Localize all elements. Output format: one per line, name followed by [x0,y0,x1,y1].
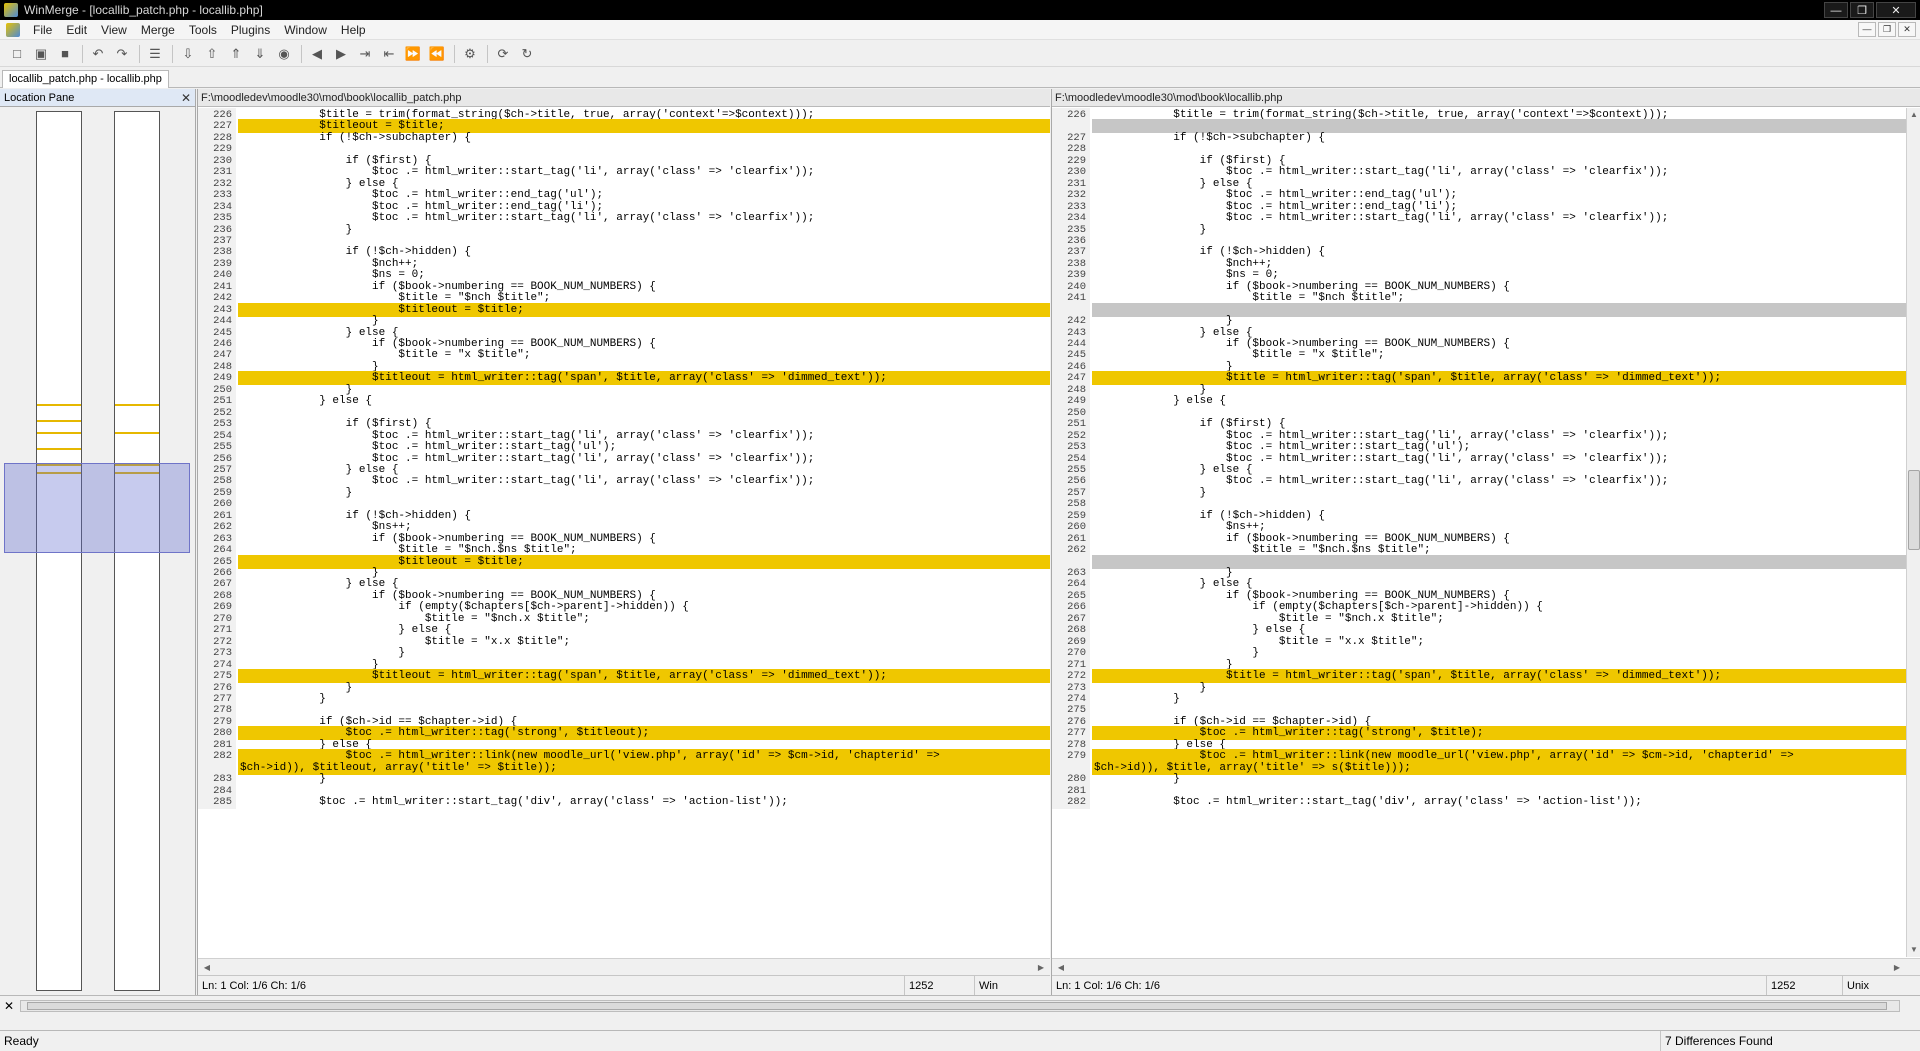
toolbar-separator [301,44,302,63]
menu-view[interactable]: View [94,20,134,40]
redo-icon[interactable]: ↷ [111,43,133,65]
right-char-count: 1252 [1766,976,1842,996]
left-cursor-position: Ln: 1 Col: 1/6 Ch: 1/6 [202,980,306,992]
menu-file[interactable]: File [26,20,59,40]
scroll-up-icon[interactable]: ▲ [1907,108,1920,122]
location-pane: Location Pane ✕ [0,89,196,995]
right-eol-type: Unix [1842,976,1920,996]
menu-bar: File Edit View Merge Tools Plugins Windo… [0,20,1920,40]
left-char-count: 1252 [904,976,974,996]
tab-locallib[interactable]: locallib_patch.php - locallib.php [2,70,169,88]
scroll-right-icon[interactable]: ▶ [1890,961,1904,974]
first-diff-icon[interactable]: ⇑ [225,43,247,65]
scroll-left-icon[interactable]: ◀ [1054,961,1068,974]
location-pane-header: Location Pane ✕ [0,89,195,107]
close-button[interactable]: ✕ [1876,2,1916,18]
left-horizontal-scrollbar[interactable]: ◀ ▶ [198,958,1050,975]
vertical-scrollbar[interactable]: ▲ ▼ [1906,108,1920,957]
right-code-line[interactable]: 282 $toc .= html_writer::start_tag('div'… [1052,795,1906,809]
line-number: 285 [198,795,236,809]
menu-window[interactable]: Window [277,20,334,40]
diff-marker [37,404,81,406]
diff-marker [37,420,81,422]
menu-tools[interactable]: Tools [182,20,224,40]
copy-left-advance-icon[interactable]: ⇤ [378,43,400,65]
close-icon[interactable]: ✕ [4,999,14,1013]
toolbar-separator [139,44,140,63]
location-viewport-indicator[interactable] [4,463,190,553]
doc-minimize-button[interactable]: — [1858,22,1876,37]
options-icon[interactable]: ☰ [144,43,166,65]
scroll-left-icon[interactable]: ◀ [200,961,214,974]
diff-marker [37,448,81,450]
copy-right-icon[interactable]: ▶ [330,43,352,65]
location-pane-title: Location Pane [4,91,75,104]
toolbar-separator [487,44,488,63]
diff-detail-scrollbar[interactable] [20,1000,1900,1012]
document-menu-icon[interactable] [6,22,20,37]
open-icon[interactable]: ▣ [30,43,52,65]
title-bar: WinMerge - [locallib_patch.php - localli… [0,0,1920,20]
left-file-pane: F:\moodledev\moodle30\mod\book\locallib_… [197,89,1051,996]
save-icon[interactable]: ■ [54,43,76,65]
right-horizontal-scrollbar[interactable]: ◀ ▶ [1052,958,1920,975]
scroll-right-icon[interactable]: ▶ [1034,961,1048,974]
scroll-thumb[interactable] [1908,470,1920,550]
diff-marker [37,432,81,434]
right-file-path: F:\moodledev\moodle30\mod\book\locallib.… [1052,89,1920,107]
status-bar: Ready 7 Differences Found [0,1030,1920,1051]
left-code-line[interactable]: 285 $toc .= html_writer::start_tag('div'… [198,795,1050,809]
scroll-down-icon[interactable]: ▼ [1907,943,1920,957]
right-cursor-position: Ln: 1 Col: 1/6 Ch: 1/6 [1056,980,1160,992]
menu-help[interactable]: Help [334,20,373,40]
toolbar-separator [172,44,173,63]
right-code-view[interactable]: 226 $title = trim(format_string($ch->tit… [1052,108,1906,957]
window-title: WinMerge - [locallib_patch.php - localli… [24,3,263,17]
line-text: $toc .= html_writer::start_tag('div', ar… [1094,796,1642,808]
minimize-button[interactable]: — [1824,2,1848,18]
toolbar: □ ▣ ■ ↶ ↷ ☰ ⇩ ⇧ ⇑ ⇓ ◉ ◀ ▶ ⇥ ⇤ ⏩ ⏪ ⚙ ⟳ ↻ [0,41,1920,67]
differences-count: 7 Differences Found [1660,1031,1773,1051]
menu-merge[interactable]: Merge [134,20,182,40]
scroll-thumb[interactable] [27,1002,1887,1010]
menu-edit[interactable]: Edit [59,20,94,40]
rescan-icon[interactable]: ↻ [516,43,538,65]
next-diff-icon[interactable]: ⇩ [177,43,199,65]
left-code-view[interactable]: 226 $title = trim(format_string($ch->tit… [198,108,1050,957]
document-window-controls: — ❐ ✕ [1858,22,1916,37]
auto-merge-icon[interactable]: ⚙ [459,43,481,65]
right-pane-status: Ln: 1 Col: 1/6 Ch: 1/6 1252 Unix [1052,975,1920,996]
left-pane-status: Ln: 1 Col: 1/6 Ch: 1/6 1252 Win [198,975,1051,996]
diff-marker [115,404,159,406]
menu-plugins[interactable]: Plugins [224,20,277,40]
new-icon[interactable]: □ [6,43,28,65]
current-diff-icon[interactable]: ◉ [273,43,295,65]
toolbar-separator [82,44,83,63]
all-left-icon[interactable]: ⏪ [426,43,448,65]
last-diff-icon[interactable]: ⇓ [249,43,271,65]
winmerge-logo-icon [4,3,18,17]
toolbar-separator [454,44,455,63]
status-text: Ready [4,1034,39,1048]
right-file-pane: F:\moodledev\moodle30\mod\book\locallib.… [1051,89,1920,996]
line-text: $toc .= html_writer::start_tag('div', ar… [240,796,788,808]
diff-detail-bar: ✕ [0,995,1920,1017]
copy-left-icon[interactable]: ◀ [306,43,328,65]
prev-diff-icon[interactable]: ⇧ [201,43,223,65]
left-file-path: F:\moodledev\moodle30\mod\book\locallib_… [198,89,1050,107]
refresh-icon[interactable]: ⟳ [492,43,514,65]
window-controls: — ❐ ✕ [1824,0,1916,18]
undo-icon[interactable]: ↶ [87,43,109,65]
maximize-button[interactable]: ❐ [1850,2,1874,18]
copy-right-advance-icon[interactable]: ⇥ [354,43,376,65]
diff-marker [115,432,159,434]
doc-close-button[interactable]: ✕ [1898,22,1916,37]
doc-restore-button[interactable]: ❐ [1878,22,1896,37]
all-right-icon[interactable]: ⏩ [402,43,424,65]
left-eol-type: Win [974,976,1051,996]
tab-bar: locallib_patch.php - locallib.php [0,68,1920,88]
close-icon[interactable]: ✕ [181,91,191,105]
line-number: 282 [1052,795,1090,809]
